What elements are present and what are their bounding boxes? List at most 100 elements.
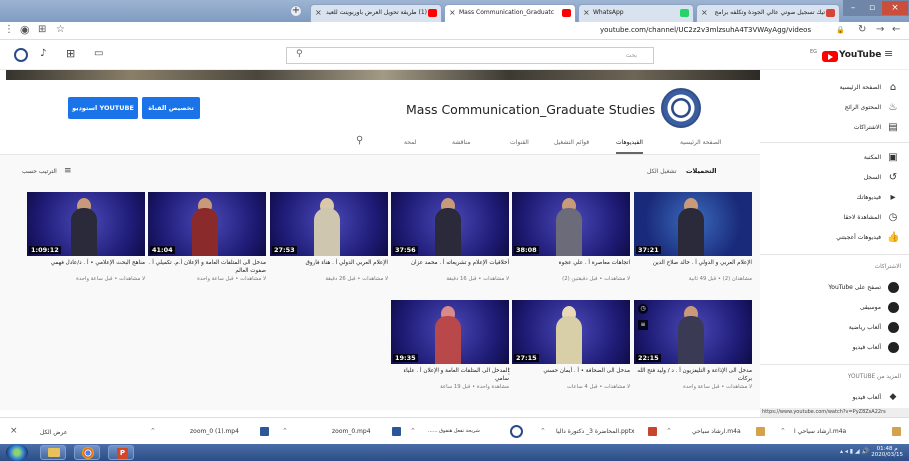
browser-tab-active[interactable]: × Mass Communication_Graduatc — [444, 4, 576, 22]
sort-icon[interactable]: ≡ — [64, 166, 72, 176]
hamburger-menu-icon[interactable]: ≡ — [884, 47, 893, 60]
reload-icon[interactable]: ↻ — [858, 24, 866, 35]
play-all-button[interactable]: تشغيل الكل — [647, 168, 677, 175]
extensions-icon[interactable]: ⊞ — [38, 24, 46, 35]
download-item[interactable]: ⌃ ...... شريحة تفعل هتفوق — [410, 424, 530, 439]
close-icon[interactable]: × — [449, 5, 456, 21]
tab-channels[interactable]: القنوات — [510, 139, 529, 146]
powerpoint-taskbar-button[interactable]: P — [108, 445, 134, 460]
video-thumbnail[interactable]: 41:04 — [148, 192, 266, 256]
youtube-studio-button[interactable]: استوديو YOUTUBE — [68, 97, 138, 119]
video-title[interactable]: المدخل الى المتلقات العامة و الإعلان أ .… — [391, 367, 509, 383]
video-thumbnail[interactable]: 27:53 — [270, 192, 388, 256]
chevron-up-icon[interactable]: ⌃ — [282, 424, 288, 439]
add-to-queue-icon[interactable]: ≡ — [638, 320, 648, 330]
chevron-up-icon[interactable]: ⌃ — [666, 424, 672, 439]
maximize-button[interactable]: ▫ — [863, 0, 881, 16]
sort-button[interactable]: الترتيب حسب — [22, 168, 57, 175]
video-title[interactable]: مدخل الى الصحافة • أ . أيمان حسني — [512, 367, 630, 375]
download-item[interactable]: ⌃ zoom_0.mp4 — [282, 424, 402, 439]
url-field[interactable]: youtube.com/channel/UC2z2v3mlzsuhA4T3VWA… — [600, 26, 811, 34]
video-title[interactable]: مدخل الى الإذاعة و التليفزيون أ . د / ول… — [634, 367, 752, 383]
video-title[interactable]: مدخل الى المتلقات العامة و الإعلان أ.م. … — [148, 259, 266, 275]
download-item[interactable]: ⌃ ارشاد سياحي.m4a — [666, 424, 766, 439]
account-icon[interactable]: ◉ — [20, 23, 30, 36]
sidebar-item-sports[interactable]: ألعاب رياضية — [760, 320, 909, 338]
more-actions-icon[interactable]: ⋮ — [505, 367, 513, 376]
close-icon[interactable]: × — [701, 5, 708, 21]
explorer-taskbar-button[interactable] — [40, 445, 66, 460]
forward-icon[interactable]: ← — [892, 24, 900, 35]
video-card[interactable]: 41:04 مدخل الى المتلقات العامة و الإعلان… — [148, 192, 266, 292]
sidebar-item-browse-channels[interactable]: تصفح على YouTube — [760, 280, 909, 298]
video-thumbnail[interactable]: 38:08 — [512, 192, 630, 256]
browser-tab-1[interactable]: × تيك تسجيل صوتي عالي الجودة وتكلفه برام… — [696, 4, 840, 22]
video-thumbnail[interactable]: 37:56 — [391, 192, 509, 256]
minimize-button[interactable]: – — [843, 0, 863, 16]
back-icon[interactable]: → — [876, 24, 884, 35]
video-card[interactable]: ◷ ≡ 22:15 مدخل الى الإذاعة و التليفزيون … — [634, 300, 752, 400]
sidebar-item-home[interactable]: ⌂ الصفحة الرئيسية — [760, 80, 909, 98]
browser-tab-2[interactable]: × (1) طريقة تحويل العرض باوربوينت للعيد — [310, 4, 442, 22]
sidebar-item-history[interactable]: ↺ السجل — [760, 170, 909, 188]
sidebar-item-gaming[interactable]: ألعاب فيديو — [760, 340, 909, 358]
chevron-up-icon[interactable]: ⌃ — [150, 424, 156, 439]
watch-later-icon[interactable]: ◷ — [638, 304, 648, 314]
close-icon[interactable]: × — [10, 426, 18, 436]
sidebar-item-trending[interactable]: ♨ المحتوى الرائج — [760, 100, 909, 118]
chevron-up-icon[interactable]: ⌃ — [540, 424, 546, 439]
video-title[interactable]: الإعلام العربي و الدولي أ . خالد صلاح ال… — [634, 259, 752, 267]
download-item[interactable]: ⌃ ارشاد سياحي ا.m4a — [780, 424, 905, 439]
chevron-up-icon[interactable]: ⌃ — [410, 424, 416, 439]
video-title[interactable]: اتجاهات معاصرة أ . علي عجوة — [512, 259, 630, 267]
tab-home[interactable]: الصفحة الرئيسية — [680, 139, 721, 146]
download-item[interactable]: ⌃ المحاضرة 3_ دكتورة داليا.pptx — [540, 424, 660, 439]
video-thumbnail[interactable]: 19:35 — [391, 300, 509, 364]
tab-playlists[interactable]: قوائم التشغيل — [554, 139, 589, 146]
sidebar-item-subscriptions[interactable]: ▤ الاشتراكات — [760, 120, 909, 138]
notifications-bell-icon[interactable]: ♪ — [40, 48, 46, 59]
chevron-up-icon[interactable]: ⌃ — [780, 424, 786, 439]
video-title[interactable]: أخلاقيات الإعلام و تشريعاته أ . محمد عزا… — [391, 259, 509, 267]
video-title[interactable]: الإعلام العربي الدولي أ . هناء فاروق — [270, 259, 388, 267]
apps-grid-icon[interactable]: ⊞ — [66, 47, 75, 60]
bookmark-star-icon[interactable]: ☆ — [56, 24, 65, 35]
start-button[interactable] — [6, 444, 28, 461]
chrome-taskbar-button[interactable] — [74, 445, 100, 460]
show-all-downloads-button[interactable]: عرض الكل — [40, 429, 67, 436]
system-tray-icons[interactable]: ▴ ◂ ▮ ◢ 🔊 — [840, 448, 869, 455]
video-card[interactable]: 38:08 اتجاهات معاصرة أ . علي عجوة لا مشا… — [512, 192, 630, 292]
video-card[interactable]: 27:53 الإعلام العربي الدولي أ . هناء فار… — [270, 192, 388, 292]
tab-about[interactable]: لمحة — [404, 139, 416, 146]
youtube-logo[interactable]: EG YouTube — [810, 49, 881, 62]
close-icon[interactable]: × — [583, 5, 590, 21]
create-video-icon[interactable]: ▭ — [94, 48, 103, 59]
channel-search-icon[interactable]: ⚲ — [356, 135, 363, 146]
sidebar-item-liked-videos[interactable]: 👍 فيديوهات أعجبتني — [760, 230, 909, 248]
clock[interactable]: 01:48 م 2020/03/15 — [871, 446, 903, 458]
sidebar-item-your-videos[interactable]: ▸ فيديوهاتك — [760, 190, 909, 208]
video-card[interactable]: 27:15 مدخل الى الصحافة • أ . أيمان حسني … — [512, 300, 630, 400]
sidebar-item-library[interactable]: ▣ المكتبة — [760, 150, 909, 168]
window-close-button[interactable]: × — [881, 0, 909, 16]
sidebar-item-watch-later[interactable]: ◷ المشاهدة لاحقا — [760, 210, 909, 228]
sidebar-item-music[interactable]: موسيقى — [760, 300, 909, 318]
sidebar-item-gaming-more[interactable]: ◆ ألعاب فيديو — [760, 390, 909, 408]
video-card[interactable]: 19:35 المدخل الى المتلقات العامة و الإعل… — [391, 300, 509, 400]
download-item[interactable]: ⌃ zoom_0 (1).mp4 — [150, 424, 270, 439]
search-input[interactable]: بحث — [286, 47, 654, 64]
video-card[interactable]: 37:56 أخلاقيات الإعلام و تشريعاته أ . مح… — [391, 192, 509, 292]
video-thumbnail[interactable]: 27:15 — [512, 300, 630, 364]
video-thumbnail[interactable]: 37:21 — [634, 192, 752, 256]
video-card[interactable]: 1:09:12 مناهج البحث الإعلامي • أ . د/عاد… — [27, 192, 145, 292]
search-icon[interactable]: ⚲ — [296, 49, 303, 59]
new-tab-button[interactable]: + — [290, 5, 302, 17]
avatar[interactable] — [14, 48, 28, 62]
customize-channel-button[interactable]: تخصيص القناة — [142, 97, 200, 119]
video-thumbnail[interactable]: 1:09:12 — [27, 192, 145, 256]
video-title[interactable]: مناهج البحث الإعلامي • أ . د/عادل فهمي — [27, 259, 145, 267]
video-thumbnail[interactable]: ◷ ≡ 22:15 — [634, 300, 752, 364]
close-icon[interactable]: × — [315, 5, 322, 21]
menu-dots-icon[interactable]: ⋮ — [4, 24, 14, 35]
browser-tab-whatsapp[interactable]: × WhatsApp — [578, 4, 694, 22]
